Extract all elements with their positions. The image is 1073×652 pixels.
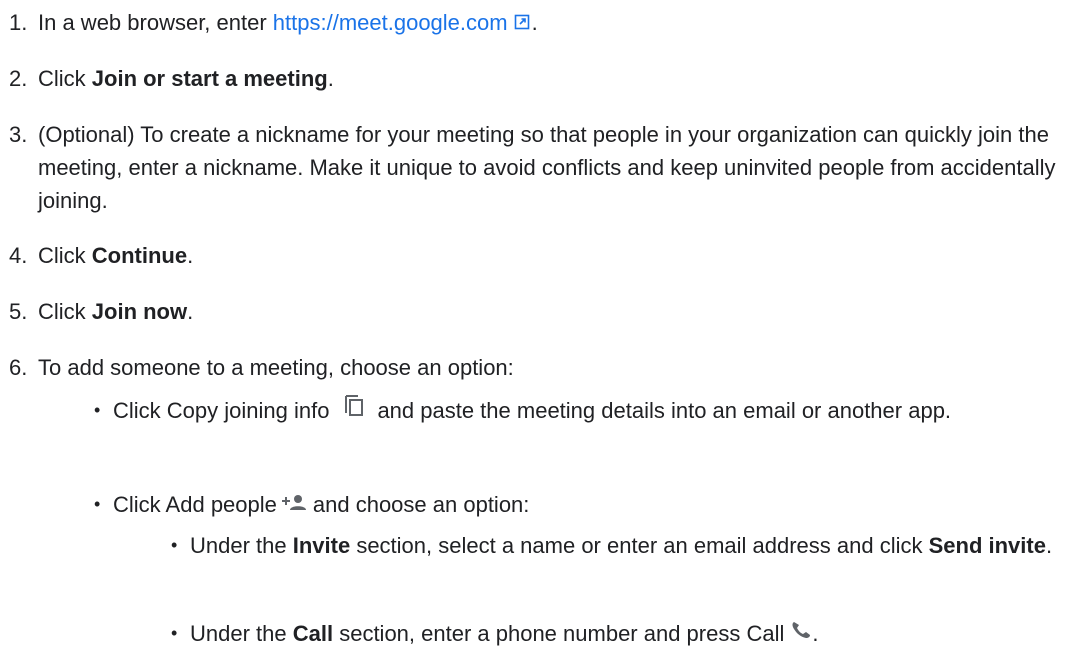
step-3: 3. (Optional) To create a nickname for y…: [0, 118, 1073, 217]
step-text: Click: [38, 299, 92, 324]
step-emphasis: Continue: [91, 243, 188, 268]
step-number: 3.: [9, 122, 28, 147]
option-text: Click Copy joining info: [113, 398, 330, 423]
step-text: Click: [38, 243, 92, 268]
step-text-end: .: [531, 10, 538, 35]
option-text: Under the: [190, 621, 293, 646]
step-emphasis: Join now: [91, 299, 188, 324]
bullet: •: [94, 494, 101, 514]
option-text-mid: section, select a name or enter an email…: [350, 533, 929, 558]
option-text: Click Add people: [113, 492, 277, 517]
option-text-end: and choose an option:: [312, 492, 530, 517]
copy-icon: [343, 393, 365, 426]
step-6: 6. To add someone to a meeting, choose a…: [0, 351, 514, 384]
step-text: (Optional) To create a nickname for your…: [38, 122, 1056, 213]
step-5: 5. Click Join now.: [0, 295, 193, 328]
bullet: •: [171, 623, 178, 643]
bullet: •: [171, 535, 178, 555]
option-invite: • Under the Invite section, select a nam…: [171, 529, 1060, 562]
step-number: 1.: [9, 10, 28, 35]
option-emphasis-2: Send invite: [928, 533, 1046, 558]
step-1: 1. In a web browser, enter https://meet.…: [0, 6, 538, 41]
step-number: 4.: [9, 243, 28, 268]
external-link-icon[interactable]: [514, 6, 530, 39]
add-people-icon: [281, 487, 307, 520]
option-text-end: .: [812, 621, 819, 646]
bullet: •: [94, 400, 101, 420]
step-text-end: .: [327, 66, 334, 91]
option-text: Under the: [190, 533, 293, 558]
step-text: Click: [38, 66, 92, 91]
option-text-mid: section, enter a phone number and press …: [333, 621, 785, 646]
step-2: 2. Click Join or start a meeting.: [0, 62, 334, 95]
step-text-end: .: [187, 243, 194, 268]
option-add-people: • Click Add people and choose an option:: [94, 487, 1063, 523]
step-number: 5.: [9, 299, 28, 324]
meet-link[interactable]: https://meet.google.com: [273, 10, 508, 35]
step-number: 2.: [9, 66, 28, 91]
option-emphasis: Call: [292, 621, 334, 646]
option-emphasis: Invite: [292, 533, 351, 558]
option-text-end: .: [1045, 533, 1053, 558]
phone-icon: [790, 616, 812, 649]
step-number: 6.: [9, 355, 28, 380]
option-copy-info: • Click Copy joining info and paste the m…: [94, 393, 1063, 429]
step-text: In a web browser, enter: [38, 10, 273, 35]
step-emphasis: Join or start a meeting: [91, 66, 328, 91]
step-text-end: .: [187, 299, 194, 324]
step-text: To add someone to a meeting, choose an o…: [38, 355, 514, 380]
step-4: 4. Click Continue.: [0, 239, 193, 272]
option-text-end: and paste the meeting details into an em…: [377, 398, 952, 423]
option-call: • Under the Call section, enter a phone …: [171, 616, 1060, 652]
